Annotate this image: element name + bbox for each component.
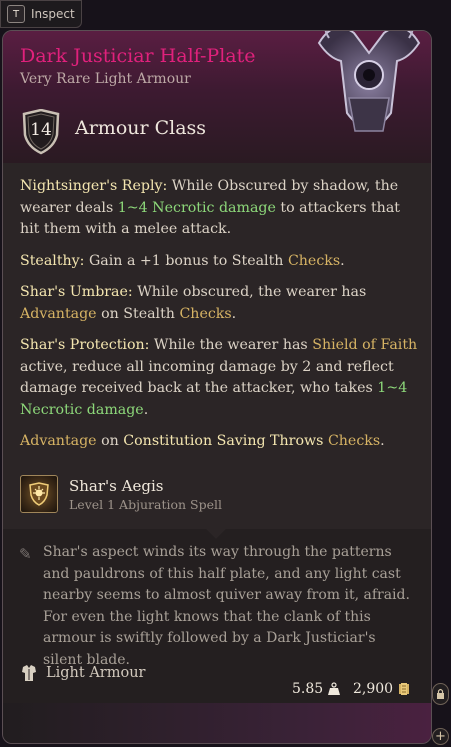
property-shars-protection: Shar's Protection: While the wearer has … — [20, 335, 420, 421]
item-value: 2,900 — [353, 681, 411, 697]
checks-link[interactable]: Checks — [328, 433, 380, 449]
weight-value: 5.85 — [292, 681, 324, 697]
property-text: active, reduce all incoming damage by 2 … — [20, 358, 394, 397]
expand-button[interactable]: + — [432, 728, 449, 745]
armour-type-label: Light Armour — [46, 665, 146, 681]
property-text: . — [231, 305, 237, 322]
spell-name: Shar's Aegis — [69, 476, 164, 495]
armour-class-label: Armour Class — [75, 117, 207, 139]
spell-level-school: Level 1 Abjuration Spell — [69, 496, 222, 512]
property-text: . — [380, 433, 385, 449]
granted-spell[interactable]: Shar's Aegis Level 1 Abjuration Spell — [20, 475, 222, 513]
property-stealthy: Stealthy: Gain a +1 bonus to Stealth Che… — [20, 251, 420, 273]
inspect-hotkey: T — [7, 5, 25, 23]
checks-link[interactable]: Checks — [179, 306, 231, 322]
property-constitution-advantage: Advantage on Constitution Saving Throws … — [20, 431, 420, 453]
property-name: Stealthy: — [20, 252, 85, 269]
property-name: Shar's Umbrae: — [20, 284, 133, 300]
property-name: Nightsinger's Reply: — [20, 178, 168, 194]
property-text: . — [340, 252, 345, 269]
inspect-label: Inspect — [31, 7, 75, 21]
item-tooltip: Dark Justiciar Half-Plate Very Rare Ligh… — [2, 30, 432, 744]
property-name: Shar's Protection: — [20, 337, 150, 353]
damage-link[interactable]: 1~4 Necrotic damage — [118, 200, 276, 216]
item-weight: 5.85 — [292, 681, 341, 697]
property-shars-umbrae: Shar's Umbrae: While obscured, the weare… — [20, 282, 420, 325]
sun-shield-icon — [20, 475, 58, 513]
shield-of-faith-link[interactable]: Shield of Faith — [312, 337, 417, 353]
saving-throw-label: Constitution Saving Throws — [123, 433, 324, 449]
tooltip-footer — [3, 703, 431, 743]
property-text: on — [96, 433, 124, 449]
advantage-link[interactable]: Advantage — [20, 433, 97, 449]
advantage-link[interactable]: Advantage — [20, 306, 97, 322]
inspect-button[interactable]: T Inspect — [0, 0, 82, 28]
item-rarity-type: Very Rare Light Armour — [20, 71, 191, 87]
property-text: . — [143, 401, 149, 418]
checks-link[interactable]: Checks — [288, 253, 340, 269]
item-properties: Nightsinger's Reply: While Obscured by s… — [20, 176, 420, 463]
property-text: on Stealth — [96, 305, 180, 322]
item-description: Shar's aspect winds its way through the … — [43, 544, 410, 668]
property-text: Gain a +1 bonus to Stealth — [84, 252, 288, 269]
weight-icon — [328, 682, 341, 695]
armour-class-value: 14 — [30, 120, 52, 140]
property-text: While obscured, the wearer has — [132, 284, 367, 300]
property-text: While the wearer has — [149, 337, 313, 353]
quill-icon: ✎ — [19, 545, 32, 563]
item-name: Dark Justiciar Half-Plate — [20, 45, 256, 67]
armour-type: Light Armour — [20, 664, 145, 682]
lock-button[interactable] — [432, 683, 449, 705]
property-nightsingers-reply: Nightsinger's Reply: While Obscured by s… — [20, 176, 420, 241]
gold-value: 2,900 — [353, 681, 394, 697]
item-art-icon — [317, 31, 421, 132]
gold-coin-icon — [399, 683, 410, 695]
lock-icon — [437, 688, 444, 699]
chest-armour-icon — [22, 665, 36, 681]
